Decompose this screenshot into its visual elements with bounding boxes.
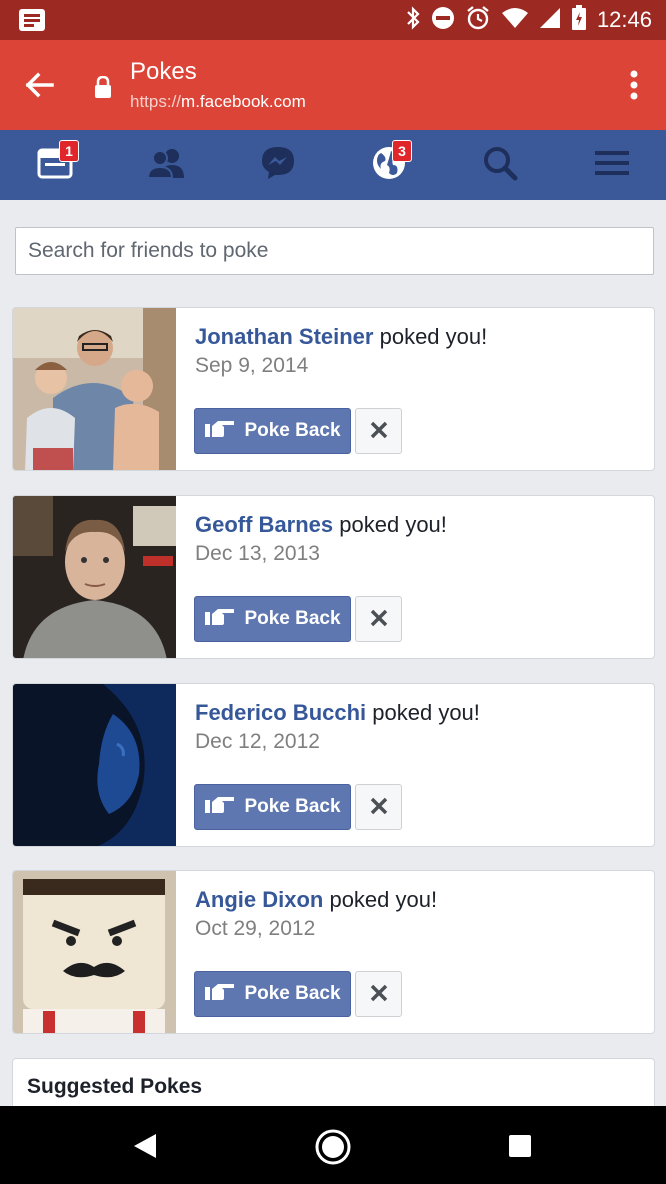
poke-back-button[interactable]: Poke Back (194, 408, 351, 454)
suggested-pokes-title: Suggested Pokes (27, 1075, 203, 1098)
poke-back-label: Poke Back (244, 420, 341, 441)
home-circle-icon[interactable] (314, 1128, 352, 1171)
poke-back-label: Poke Back (244, 608, 341, 629)
poke-back-button[interactable]: Poke Back (194, 971, 351, 1017)
poke-date: Sep 9, 2014 (195, 354, 309, 377)
poke-hand-icon (204, 981, 236, 1007)
poke-date: Dec 13, 2013 (195, 542, 320, 565)
dismiss-button[interactable] (355, 408, 402, 454)
poke-hand-icon (204, 794, 236, 820)
close-icon (370, 421, 388, 442)
news-feed-badge: 1 (59, 140, 79, 162)
page-title: Pokes (130, 58, 197, 85)
poker-name-link[interactable]: Geoff Barnes (195, 512, 333, 537)
nav-news-feed[interactable]: 1 (15, 130, 95, 200)
nav-messenger[interactable] (238, 130, 318, 200)
url-protocol: https:// (130, 92, 182, 111)
status-time: 12:46 (596, 7, 652, 32)
poke-text: Jonathan Steiner poked you! (195, 324, 487, 350)
url-host: m.facebook.com (181, 92, 306, 111)
lock-icon (94, 75, 112, 103)
status-bar: 12:46 (0, 0, 666, 40)
poke-action-text: poked you! (366, 700, 480, 725)
back-arrow-icon[interactable] (22, 67, 58, 103)
battery-icon (571, 4, 587, 36)
bluetooth-icon (405, 5, 421, 35)
alarm-icon (465, 5, 491, 36)
friends-icon (146, 148, 186, 183)
close-icon (370, 609, 388, 630)
avatar[interactable] (13, 308, 176, 470)
overflow-menu-icon[interactable] (630, 70, 638, 100)
menu-icon (595, 149, 629, 182)
search-friends-input[interactable] (15, 227, 654, 275)
poke-back-label: Poke Back (244, 983, 341, 1004)
dismiss-button[interactable] (355, 971, 402, 1017)
close-icon (370, 984, 388, 1005)
nav-search[interactable] (460, 130, 540, 200)
facebook-nav-bar: 1 3 (0, 130, 666, 200)
notification-icon (18, 8, 46, 37)
recents-square-icon[interactable] (508, 1134, 532, 1163)
dismiss-button[interactable] (355, 596, 402, 642)
close-icon (370, 797, 388, 818)
poke-action-text: poked you! (373, 324, 488, 349)
url-text[interactable]: https://m.facebook.com (130, 92, 306, 112)
signal-icon (539, 7, 561, 34)
poke-hand-icon (204, 606, 236, 632)
avatar[interactable] (13, 871, 176, 1033)
poke-card: Angie Dixon poked you! Oct 29, 2012 Poke… (12, 870, 655, 1034)
poke-back-label: Poke Back (244, 796, 341, 817)
poker-name-link[interactable]: Jonathan Steiner (195, 324, 373, 349)
nav-friends[interactable] (126, 130, 206, 200)
nav-menu[interactable] (572, 130, 652, 200)
poke-date: Dec 12, 2012 (195, 730, 320, 753)
wifi-icon (501, 7, 529, 34)
avatar[interactable] (13, 496, 176, 658)
search-icon (482, 145, 518, 186)
poke-back-button[interactable]: Poke Back (194, 784, 351, 830)
poke-card: Geoff Barnes poked you! Dec 13, 2013 Pok… (12, 495, 655, 659)
poke-date: Oct 29, 2012 (195, 917, 316, 940)
poke-card: Jonathan Steiner poked you! Sep 9, 2014 … (12, 307, 655, 471)
avatar[interactable] (13, 684, 176, 846)
poker-name-link[interactable]: Federico Bucchi (195, 700, 366, 725)
messenger-icon (260, 145, 296, 186)
poke-hand-icon (204, 418, 236, 444)
poke-action-text: poked you! (323, 887, 438, 912)
do-not-disturb-icon (431, 6, 455, 35)
dismiss-button[interactable] (355, 784, 402, 830)
notifications-badge: 3 (392, 140, 412, 162)
nav-notifications[interactable]: 3 (349, 130, 429, 200)
poke-text: Geoff Barnes poked you! (195, 512, 447, 538)
system-nav-bar (0, 1106, 666, 1184)
poke-text: Angie Dixon poked you! (195, 887, 437, 913)
poke-card: Federico Bucchi poked you! Dec 12, 2012 … (12, 683, 655, 847)
browser-toolbar: Pokes https://m.facebook.com (0, 40, 666, 130)
poke-back-button[interactable]: Poke Back (194, 596, 351, 642)
poker-name-link[interactable]: Angie Dixon (195, 887, 323, 912)
back-triangle-icon[interactable] (132, 1132, 158, 1165)
poke-action-text: poked you! (333, 512, 447, 537)
poke-text: Federico Bucchi poked you! (195, 700, 480, 726)
